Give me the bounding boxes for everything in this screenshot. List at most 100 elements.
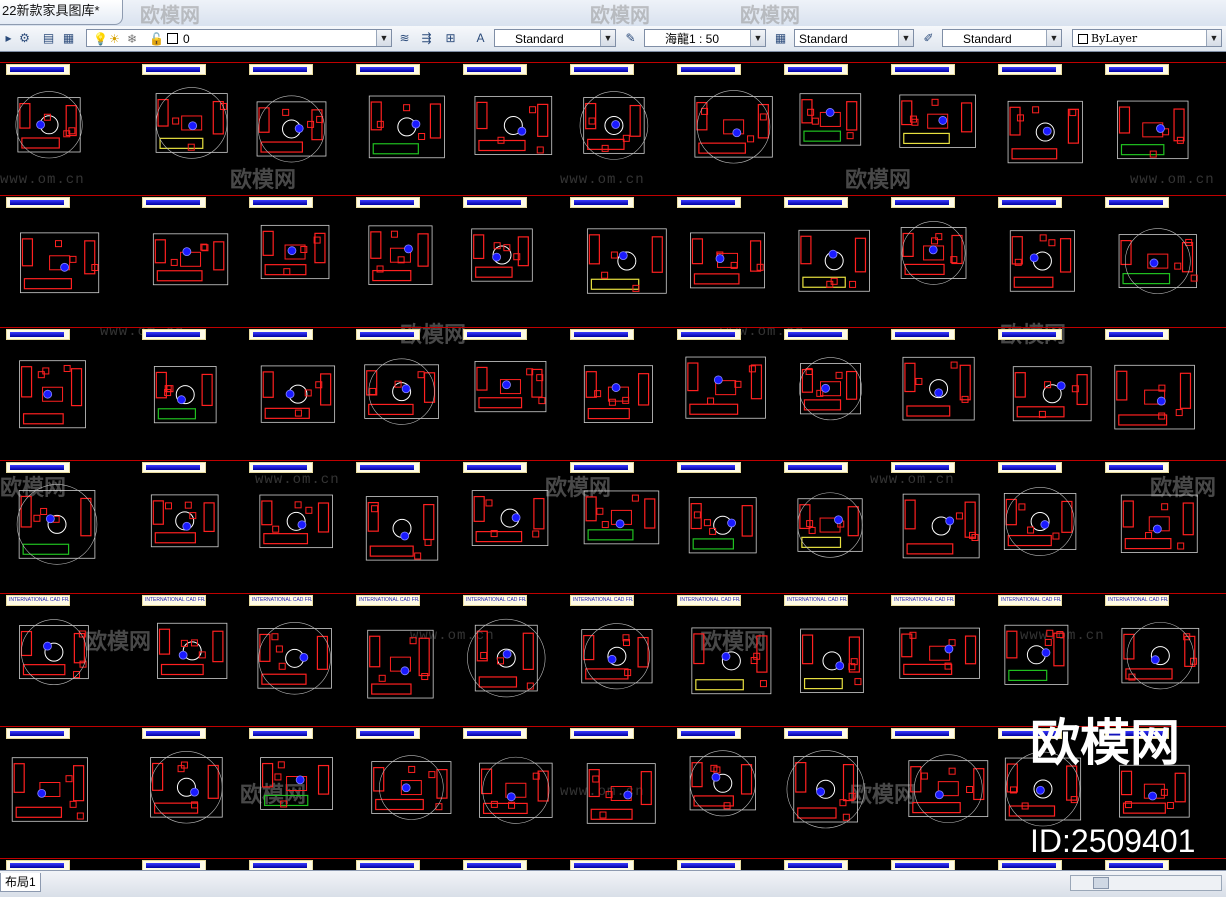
drawing-title-block[interactable]: INTERNATIONAL CAD FRAME [142,595,206,606]
layer-toolbar-icon[interactable]: ▦ [60,30,77,47]
furniture-plan-thumbnail[interactable] [138,345,242,445]
chevron-down-icon[interactable]: ▼ [750,30,765,46]
furniture-plan-thumbnail[interactable] [245,345,349,445]
furniture-plan-thumbnail[interactable] [673,611,777,711]
furniture-plan-thumbnail[interactable] [138,611,242,711]
drawing-title-block[interactable] [677,860,741,870]
drawing-title-block[interactable] [677,329,741,340]
furniture-plan-thumbnail[interactable] [780,611,884,711]
furniture-plan-thumbnail[interactable] [887,345,991,445]
furniture-plan-thumbnail[interactable] [994,345,1098,445]
drawing-title-block[interactable] [998,64,1062,75]
settings-gear-icon[interactable]: ⚙ [16,30,33,47]
table-style-dropdown[interactable]: Standard ▼ [794,29,914,47]
drawing-title-block[interactable]: INTERNATIONAL CAD FRAME [1105,595,1169,606]
drawing-title-block[interactable]: INTERNATIONAL CAD FRAME [249,595,313,606]
furniture-plan-thumbnail[interactable] [780,80,884,180]
furniture-plan-thumbnail[interactable] [352,345,456,445]
furniture-plan-thumbnail[interactable] [459,611,563,711]
drawing-title-block[interactable] [463,462,527,473]
furniture-plan-thumbnail[interactable] [245,478,349,578]
drawing-title-block[interactable] [784,728,848,739]
furniture-plan-thumbnail[interactable] [245,80,349,180]
drawing-title-block[interactable] [784,197,848,208]
furniture-plan-thumbnail[interactable] [566,744,670,844]
multileader-style-dropdown[interactable]: Standard ▼ [942,29,1062,47]
furniture-plan-thumbnail[interactable] [887,213,991,313]
furniture-plan-thumbnail[interactable] [459,478,563,578]
drawing-title-block[interactable]: INTERNATIONAL CAD FRAME [6,595,70,606]
furniture-plan-thumbnail[interactable] [138,80,242,180]
drawing-title-block[interactable] [249,64,313,75]
furniture-plan-thumbnail[interactable] [2,213,106,313]
text-style-dropdown[interactable]: Standard ▼ [494,29,616,47]
furniture-plan-thumbnail[interactable] [780,478,884,578]
layer-properties-icon[interactable]: ▤ [40,30,57,47]
drawing-title-block[interactable] [249,329,313,340]
horizontal-scrollbar[interactable] [1070,875,1222,891]
drawing-title-block[interactable] [891,860,955,870]
make-current-layer-icon[interactable]: ≋ [396,30,413,47]
drawing-title-block[interactable]: INTERNATIONAL CAD FRAME [677,595,741,606]
drawing-title-block[interactable] [570,728,634,739]
drawing-title-block[interactable] [463,728,527,739]
drawing-title-block[interactable] [891,728,955,739]
drawing-title-block[interactable] [463,329,527,340]
chevron-down-icon[interactable]: ▼ [898,30,913,46]
drawing-title-block[interactable] [6,329,70,340]
drawing-title-block[interactable] [356,728,420,739]
furniture-plan-thumbnail[interactable] [994,80,1098,180]
furniture-plan-thumbnail[interactable] [994,611,1098,711]
drawing-title-block[interactable] [1105,64,1169,75]
drawing-title-block[interactable] [463,860,527,870]
drawing-title-block[interactable] [570,64,634,75]
drawing-title-block[interactable] [891,329,955,340]
layer-previous-icon[interactable]: ⇶ [418,30,435,47]
furniture-plan-thumbnail[interactable] [1101,345,1205,445]
drawing-title-block[interactable] [356,329,420,340]
drawing-title-block[interactable] [1105,462,1169,473]
drawing-title-block[interactable]: INTERNATIONAL CAD FRAME [570,595,634,606]
furniture-plan-thumbnail[interactable] [2,611,106,711]
drawing-title-block[interactable]: INTERNATIONAL CAD FRAME [998,595,1062,606]
furniture-plan-thumbnail[interactable] [138,478,242,578]
drawing-title-block[interactable] [570,462,634,473]
drawing-title-block[interactable] [891,64,955,75]
furniture-plan-thumbnail[interactable] [2,478,106,578]
furniture-plan-thumbnail[interactable] [1101,478,1205,578]
furniture-plan-thumbnail[interactable] [780,213,884,313]
furniture-plan-thumbnail[interactable] [887,611,991,711]
drawing-title-block[interactable] [6,197,70,208]
furniture-plan-thumbnail[interactable] [138,213,242,313]
drawing-title-block[interactable] [570,329,634,340]
drawing-title-block[interactable] [570,197,634,208]
layer-match-icon[interactable]: ⊞ [442,30,459,47]
furniture-plan-thumbnail[interactable] [994,478,1098,578]
furniture-plan-thumbnail[interactable] [352,478,456,578]
drawing-title-block[interactable] [356,462,420,473]
furniture-plan-thumbnail[interactable] [352,80,456,180]
furniture-plan-thumbnail[interactable] [673,478,777,578]
furniture-plan-thumbnail[interactable] [1101,611,1205,711]
drawing-title-block[interactable] [570,860,634,870]
drawing-title-block[interactable] [784,462,848,473]
drawing-title-block[interactable] [998,462,1062,473]
drawing-title-block[interactable] [142,462,206,473]
drawing-title-block[interactable] [998,860,1062,870]
furniture-plan-thumbnail[interactable] [2,345,106,445]
drawing-title-block[interactable] [142,329,206,340]
furniture-plan-thumbnail[interactable] [673,80,777,180]
furniture-plan-thumbnail[interactable] [566,80,670,180]
drawing-title-block[interactable] [249,197,313,208]
furniture-plan-thumbnail[interactable] [245,213,349,313]
furniture-plan-thumbnail[interactable] [566,213,670,313]
drawing-title-block[interactable] [356,860,420,870]
furniture-plan-thumbnail[interactable] [245,611,349,711]
furniture-plan-thumbnail[interactable] [780,744,884,844]
drawing-title-block[interactable] [1105,860,1169,870]
drawing-title-block[interactable] [249,462,313,473]
table-style-icon[interactable]: ▦ [772,30,789,47]
drawing-title-block[interactable] [463,64,527,75]
drawing-title-block[interactable] [891,197,955,208]
drawing-title-block[interactable] [142,197,206,208]
